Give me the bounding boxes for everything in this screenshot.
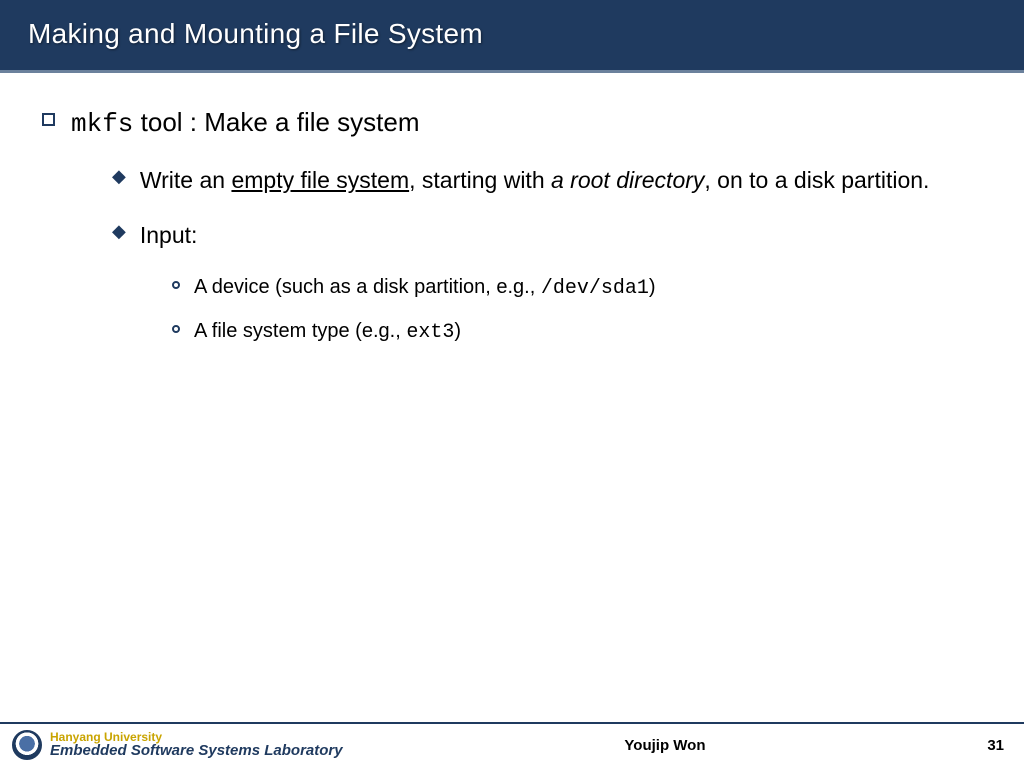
bullet-text: mkfs tool : Make a file system bbox=[71, 105, 420, 142]
circle-bullet-icon bbox=[172, 325, 180, 333]
slide-title: Making and Mounting a File System bbox=[28, 18, 996, 50]
slide-header: Making and Mounting a File System bbox=[0, 0, 1024, 73]
bullet-level3: A device (such as a disk partition, e.g.… bbox=[172, 272, 982, 304]
text-segment: tool : Make a file system bbox=[133, 107, 419, 137]
text-segment: , starting with bbox=[409, 167, 551, 193]
bullet-text: Write an empty file system, starting wit… bbox=[140, 162, 930, 199]
square-bullet-icon bbox=[42, 113, 55, 126]
author-name: Youjip Won bbox=[624, 737, 705, 754]
underlined-text: empty file system bbox=[231, 167, 409, 193]
text-segment: Write an bbox=[140, 167, 232, 193]
bullet-level2: ◆ Write an empty file system, starting w… bbox=[112, 162, 982, 199]
bullet-text: A device (such as a disk partition, e.g.… bbox=[194, 272, 656, 304]
text-segment: A device (such as a disk partition, e.g.… bbox=[194, 276, 541, 298]
bullet-text: A file system type (e.g., ext3) bbox=[194, 316, 461, 348]
page-number: 31 bbox=[987, 737, 1004, 754]
bullet-text: Input: bbox=[140, 217, 198, 254]
text-segment: , on to a disk partition. bbox=[704, 167, 929, 193]
code-mkfs: mkfs bbox=[71, 109, 133, 139]
bullet-level1: mkfs tool : Make a file system bbox=[42, 105, 982, 142]
diamond-bullet-icon: ◆ bbox=[112, 221, 126, 242]
code-ext3: ext3 bbox=[406, 321, 454, 344]
text-segment: ) bbox=[649, 276, 656, 298]
footer-logo-block: Hanyang University Embedded Software Sys… bbox=[12, 730, 343, 760]
diamond-bullet-icon: ◆ bbox=[112, 166, 126, 187]
slide: Making and Mounting a File System mkfs t… bbox=[0, 0, 1024, 768]
code-devpath: /dev/sda1 bbox=[541, 277, 649, 300]
slide-footer: Hanyang University Embedded Software Sys… bbox=[0, 722, 1024, 768]
bullet-level3: A file system type (e.g., ext3) bbox=[172, 316, 982, 348]
university-seal-icon bbox=[12, 730, 42, 760]
circle-bullet-icon bbox=[172, 281, 180, 289]
text-segment: ) bbox=[454, 320, 461, 342]
lab-name: Embedded Software Systems Laboratory bbox=[50, 743, 343, 759]
bullet-level2: ◆ Input: bbox=[112, 217, 982, 254]
italic-text: a root directory bbox=[551, 167, 704, 193]
text-segment: A file system type (e.g., bbox=[194, 320, 406, 342]
slide-body: mkfs tool : Make a file system ◆ Write a… bbox=[0, 73, 1024, 722]
footer-logo-text: Hanyang University Embedded Software Sys… bbox=[50, 731, 343, 759]
